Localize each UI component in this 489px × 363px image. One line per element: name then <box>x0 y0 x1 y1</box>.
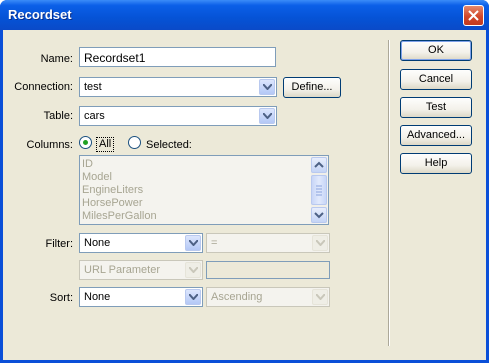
recordset-dialog: Recordset Name: Recordset1 Connection: t… <box>0 0 489 363</box>
cancel-button[interactable]: Cancel <box>400 69 472 90</box>
chevron-down-icon[interactable] <box>259 79 275 95</box>
sort-value: None <box>84 291 111 303</box>
chevron-down-icon[interactable] <box>259 108 275 124</box>
scroll-up-button[interactable] <box>311 157 327 173</box>
dialog-body: Name: Recordset1 Connection: test Define… <box>3 30 486 360</box>
scroll-down-button[interactable] <box>311 207 327 223</box>
sort-label: Sort: <box>49 292 73 304</box>
radio-selected-dot <box>83 140 88 145</box>
columns-selected-label[interactable]: Selected: <box>146 139 192 151</box>
list-item[interactable]: Model <box>82 171 112 183</box>
window-title: Recordset <box>8 7 72 22</box>
connection-select[interactable]: test <box>79 77 277 97</box>
chevron-down-icon <box>185 262 201 278</box>
close-button[interactable] <box>463 5 484 26</box>
chevron-down-icon <box>312 289 328 305</box>
chevron-down-icon[interactable] <box>185 235 201 251</box>
list-item[interactable]: HorsePower <box>82 197 143 209</box>
filter-param-type-select: URL Parameter <box>79 260 203 280</box>
connection-label: Connection: <box>14 81 73 93</box>
sort-column-select[interactable]: None <box>79 287 203 307</box>
filter-value: None <box>84 237 111 249</box>
filter-label: Filter: <box>45 238 74 250</box>
chevron-down-icon <box>314 212 324 219</box>
filter-operator-select: = <box>206 233 330 253</box>
define-button[interactable]: Define... <box>283 77 341 98</box>
columns-listbox[interactable]: ID Model EngineLiters HorsePower MilesPe… <box>79 155 329 225</box>
list-item[interactable]: ID <box>82 158 93 170</box>
filter-param-value-input <box>206 261 330 279</box>
scroll-thumb[interactable] <box>311 175 327 205</box>
table-value: cars <box>84 110 105 122</box>
sort-order-value: Ascending <box>211 291 263 303</box>
ok-button[interactable]: OK <box>400 40 472 61</box>
columns-scrollbar[interactable] <box>311 157 327 223</box>
columns-label: Columns: <box>26 139 73 151</box>
columns-selected-radio[interactable] <box>128 136 141 149</box>
chevron-down-icon <box>312 235 328 251</box>
title-bar[interactable]: Recordset <box>0 0 489 30</box>
name-label: Name: <box>40 53 73 65</box>
connection-value: test <box>84 81 102 93</box>
close-icon <box>468 10 479 21</box>
chevron-up-icon <box>314 161 324 168</box>
name-input[interactable]: Recordset1 <box>79 47 276 67</box>
grip-icon <box>316 185 322 196</box>
filter-column-select[interactable]: None <box>79 233 203 253</box>
filter-param-type-value: URL Parameter <box>84 264 161 276</box>
columns-all-label[interactable]: All <box>96 137 115 152</box>
columns-all-radio[interactable] <box>79 136 92 149</box>
table-select[interactable]: cars <box>79 106 277 126</box>
advanced-button[interactable]: Advanced... <box>400 125 472 146</box>
help-button[interactable]: Help <box>400 153 472 174</box>
vertical-divider <box>388 40 390 346</box>
sort-order-select: Ascending <box>206 287 330 307</box>
test-button[interactable]: Test <box>400 97 472 118</box>
filter-operator-value: = <box>211 237 218 249</box>
chevron-down-icon[interactable] <box>185 289 201 305</box>
table-label: Table: <box>43 110 73 122</box>
name-input-value: Recordset1 <box>84 51 146 65</box>
list-item[interactable]: MilesPerGallon <box>82 210 157 222</box>
list-item[interactable]: EngineLiters <box>82 184 143 196</box>
